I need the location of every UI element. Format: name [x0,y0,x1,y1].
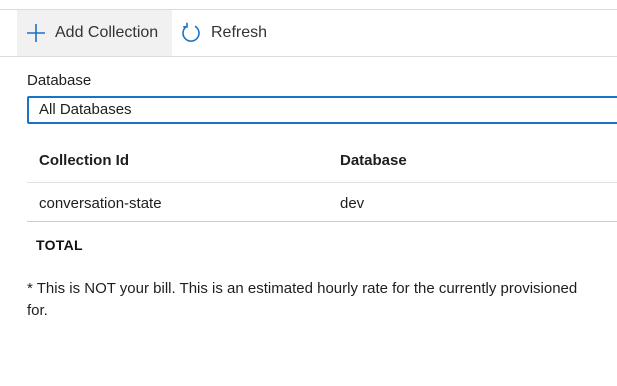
refresh-label: Refresh [211,24,268,41]
total-label: TOTAL [36,237,83,253]
database-label: Database [27,72,92,89]
column-header-database[interactable]: Database [340,152,407,169]
cell-collection-id: conversation-state [39,195,162,212]
plus-icon [17,23,55,43]
database-select[interactable]: All Databases [27,96,617,124]
billing-note-line-1: * This is NOT your bill. This is an esti… [27,280,578,297]
command-bar: Add Collection Refresh [0,10,617,57]
cell-database: dev [340,195,365,212]
refresh-icon [180,22,211,44]
add-collection-label: Add Collection [55,24,159,41]
header-divider [27,182,617,183]
row-divider [27,221,617,222]
scale-settings-page: Add Collection Refresh Database All Data… [0,0,617,386]
billing-note-line-2: for. [27,302,48,319]
refresh-button[interactable]: Refresh [180,10,290,56]
add-collection-button[interactable]: Add Collection [17,10,172,56]
column-header-collection-id[interactable]: Collection Id [39,152,129,169]
billing-note: * This is NOT your bill. This is an esti… [27,278,617,322]
